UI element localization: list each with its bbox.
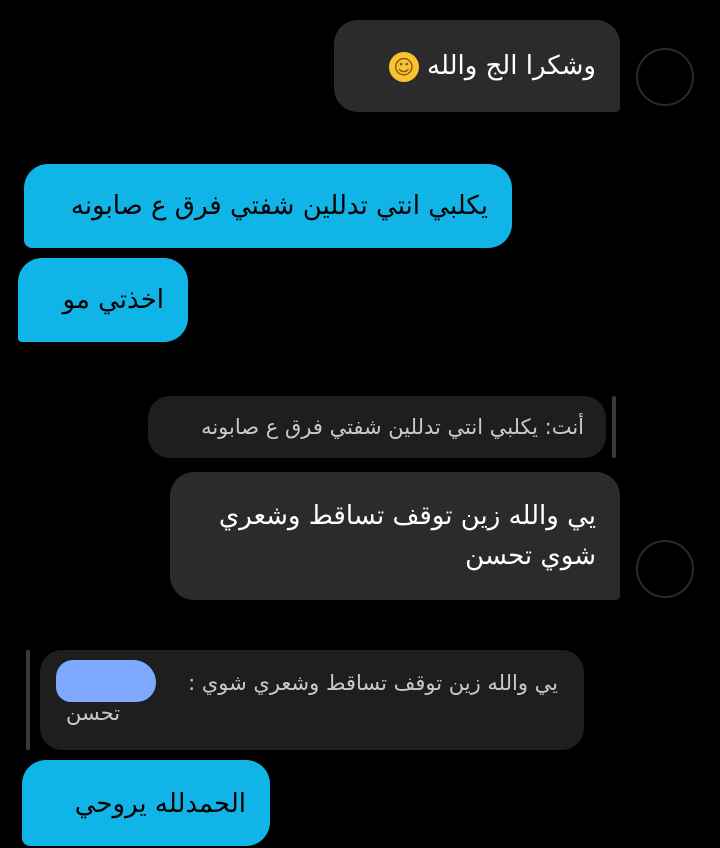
reply-quote-text-line: تحسن <box>66 701 121 725</box>
message-text: يكلبي انتي تدللين شفتي فرق ع صابونه <box>70 191 488 221</box>
reply-quote[interactable]: أنت: يكلبي انتي تدللين شفتي فرق ع صابونه <box>148 396 606 458</box>
message-bubble-soap[interactable]: يكلبي انتي تدللين شفتي فرق ع صابونه <box>24 164 512 248</box>
smiling-face-emoji-icon: ☺ <box>388 51 419 82</box>
message-text: الحمدلله يروحي <box>74 789 246 819</box>
message-bubble-hair[interactable]: يي والله زين توقف تساقط وشعري شوي تحسن <box>170 472 620 600</box>
message-bubble-thanks-god[interactable]: الحمدلله يروحي <box>22 760 270 846</box>
reply-indicator-bar <box>26 650 30 750</box>
reply-quote-text: أنت: يكلبي انتي تدللين شفتي فرق ع صابونه <box>201 415 584 439</box>
message-bubble-thanks[interactable]: وشكرا الج والله ☺ <box>334 20 620 112</box>
redaction-blur <box>56 660 156 702</box>
message-text: وشكرا الج والله <box>427 51 596 81</box>
message-text: اخذتي مو <box>62 285 164 315</box>
reply-indicator-bar <box>612 396 616 458</box>
message-text-line: شوي تحسن <box>465 541 596 571</box>
contact-avatar[interactable] <box>636 540 694 598</box>
contact-avatar[interactable] <box>636 48 694 106</box>
message-text-line: يي والله زين توقف تساقط وشعري <box>218 501 596 531</box>
message-bubble-question[interactable]: اخذتي مو <box>18 258 188 342</box>
